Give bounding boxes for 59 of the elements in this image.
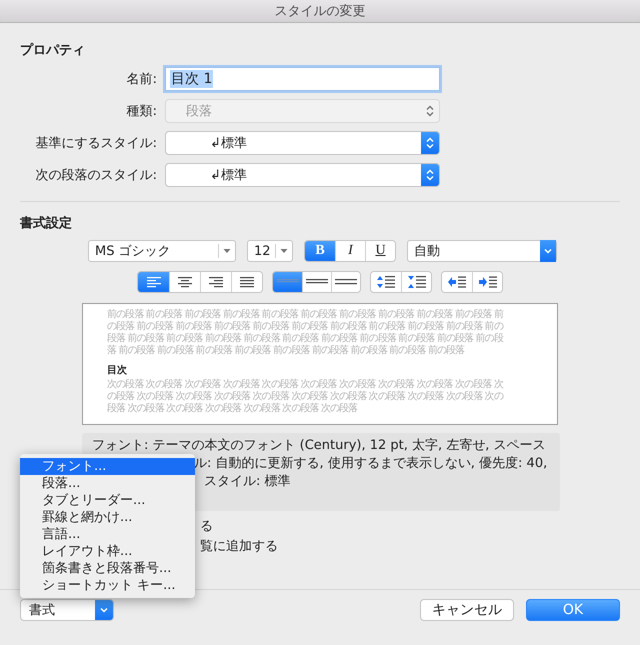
description-text: スタイル: 標準 xyxy=(204,474,291,490)
indent-decrease-icon xyxy=(448,276,466,288)
field-label: 種類: xyxy=(126,103,157,120)
align-button[interactable] xyxy=(231,272,262,292)
menu-item[interactable]: 言語... xyxy=(20,526,195,543)
menu-item[interactable]: 段落... xyxy=(20,475,195,492)
stepper-icon xyxy=(426,169,434,181)
align-icon xyxy=(146,276,160,288)
space-after-icon xyxy=(408,275,426,289)
menu-item[interactable]: フォント... xyxy=(20,458,195,475)
menu-item[interactable]: レイアウト枠... xyxy=(20,543,195,560)
section-heading: プロパティ xyxy=(20,42,86,59)
caret-icon xyxy=(223,248,231,254)
field-label: 次の段落のスタイル: xyxy=(34,167,157,184)
preview-text: 段落 次の段落 次の段落 次の段落 次の段落 次の段落 次の段落 xyxy=(107,403,358,415)
style-select[interactable]: ↲標準 xyxy=(165,131,440,155)
menu-item[interactable]: 罫線と網かけ... xyxy=(20,509,195,526)
size-combo[interactable]: 12 xyxy=(247,240,293,262)
color-select[interactable]: 自動 xyxy=(407,240,557,262)
line-spacing-button[interactable] xyxy=(331,272,360,292)
preview-text: の段落 次の段落 次の段落 次の段落 次の段落 次の段落 次の段落 次の段落 次の段落 次の段落 次の xyxy=(107,391,503,402)
style-select[interactable]: ↲標準 xyxy=(165,163,440,187)
format-popup[interactable]: 書式 xyxy=(20,599,114,621)
font-style-button[interactable]: U xyxy=(365,241,395,261)
align-icon xyxy=(240,276,254,288)
menu-item[interactable]: 箇条書きと段落番号... xyxy=(20,560,195,577)
caret-icon xyxy=(544,248,552,254)
space-before-icon xyxy=(377,275,395,289)
align-button[interactable] xyxy=(138,272,169,292)
preview-text: 段落 前の段落 前の段落 前の段落 前の段落 前の段落 前の段落 前の段落 前の段落 前の段落 前の段 xyxy=(107,333,503,344)
menu-item[interactable]: ショートカット キー... xyxy=(20,577,195,594)
section-heading: 書式設定 xyxy=(20,214,73,232)
line-spacing-button[interactable] xyxy=(302,272,331,292)
line-spacing-icon xyxy=(335,278,357,286)
cancel-button[interactable]: キャンセル xyxy=(420,599,514,621)
sample-text: 目次 xyxy=(107,364,127,377)
preview-text: 落 前の段落 前の段落 前の段落 前の段落 前の段落 前の段落 前の段落 前の段落 前の段落 xyxy=(107,345,464,357)
window-title: スタイルの変更 xyxy=(0,0,640,23)
stepper-icon xyxy=(426,137,434,149)
align-icon xyxy=(209,276,223,288)
description-text: ル: 自動的に更新する, 使用するまで表示しない, 優先度: 40, xyxy=(194,456,548,472)
description-text: フォント: テーマの本文のフォント (Century), 12 pt, 太字, 左寄せ, スペース xyxy=(92,438,546,454)
space-after-button[interactable] xyxy=(401,272,431,292)
preview-text: 次の段落 次の段落 次の段落 次の段落 次の段落 次の段落 次の段落 次の段落 次の段落 次の段落 次 xyxy=(107,379,503,390)
align-icon xyxy=(178,276,192,288)
caret-icon xyxy=(280,248,288,254)
field-label: 基準にするスタイル: xyxy=(34,135,157,152)
indent-increase-icon xyxy=(478,276,496,288)
option-label: る xyxy=(200,518,213,536)
menu-item[interactable]: タブとリーダー... xyxy=(20,492,195,509)
font-combo[interactable]: MS ゴシック xyxy=(88,240,236,262)
increase-indent-button[interactable] xyxy=(472,272,502,292)
name-field[interactable]: 目次 1 xyxy=(165,67,440,91)
field-label: 名前: xyxy=(126,71,157,88)
stepper-icon xyxy=(426,105,434,117)
preview-text: 前の段落 前の段落 前の段落 前の段落 前の段落 前の段落 前の段落 前の段落 前の段落 前の段落 前 xyxy=(107,309,503,320)
caret-icon xyxy=(100,607,108,613)
option-label: 覧に追加する xyxy=(200,538,278,556)
preview-text: の段落 前の段落 前の段落 前の段落 前の段落 前の段落 前の段落 前の段落 前の段落 前の段落 前の xyxy=(107,321,503,332)
